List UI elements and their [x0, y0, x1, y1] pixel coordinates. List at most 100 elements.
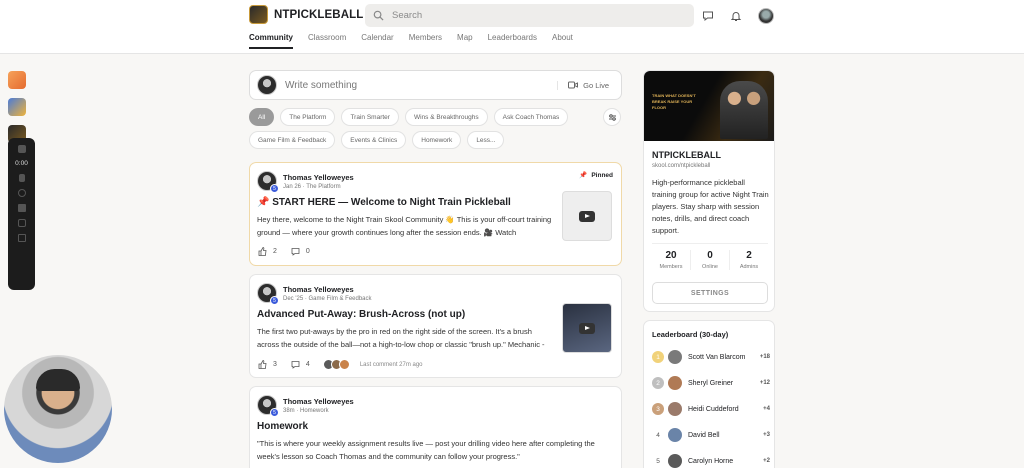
leaderboard-row[interactable]: 2 Sheryl Greiner +12 [652, 375, 770, 391]
comment-count: 0 [305, 248, 310, 255]
tab-map[interactable]: Map [457, 33, 473, 49]
like-icon[interactable] [258, 247, 267, 256]
group-switcher[interactable]: NTPICKLEBALL ⇕ [249, 5, 381, 24]
settings-button[interactable]: SETTINGS [652, 282, 768, 304]
author-avatar[interactable]: 5 [257, 283, 279, 305]
filter-less[interactable]: Less... [467, 131, 505, 149]
go-live-button[interactable]: Go Live [557, 80, 621, 90]
author-name[interactable]: Thomas Yelloweyes [283, 285, 372, 294]
tab-classroom[interactable]: Classroom [308, 33, 346, 49]
cover-tagline: TRAIN WHAT DOESN'T BREAK RAISE YOUR FLOO… [652, 93, 696, 110]
filter-the-platform[interactable]: The Platform [280, 108, 336, 126]
post-meta: 38m · Homework [283, 407, 329, 414]
stat-label: Admins [739, 264, 759, 270]
search-icon [373, 10, 384, 21]
filter-ask-coach[interactable]: Ask Coach Thomas [493, 108, 569, 126]
post-body: Hey there, welcome to the Night Train Sk… [257, 215, 552, 237]
members-stat[interactable]: 20 Members [652, 250, 691, 270]
group-stats: 20 Members 0 Online 2 Admins [652, 243, 768, 270]
video-thumbnail[interactable] [562, 303, 612, 353]
webcam-bubble[interactable] [4, 355, 112, 463]
online-stat[interactable]: 0 Online [691, 250, 730, 270]
group-url[interactable]: skool.com/ntpickleball [652, 163, 710, 169]
member-avatar [668, 350, 682, 364]
post-card[interactable]: 5 Thomas Yelloweyes Jan 26 · The Platfor… [249, 162, 622, 266]
cover-photo [720, 81, 768, 139]
dock-app-1[interactable] [8, 71, 26, 89]
member-name: Scott Van Blarcom [688, 353, 746, 361]
dock-app-2[interactable] [8, 98, 26, 116]
tab-members[interactable]: Members [409, 33, 442, 49]
leaderboard-row[interactable]: 4 David Bell +3 [652, 427, 770, 443]
post-card[interactable]: 5 Thomas Yelloweyes Dec '25 · Game Film … [249, 274, 622, 378]
member-avatar [668, 402, 682, 416]
post-title[interactable]: 📌 START HERE — Welcome to Night Train Pi… [257, 197, 511, 208]
member-avatar [668, 376, 682, 390]
author-avatar[interactable]: 5 [257, 171, 279, 193]
rank-badge: 4 [656, 431, 660, 439]
leaderboard-title[interactable]: Leaderboard (30-day) [652, 330, 728, 339]
member-points: +18 [759, 354, 770, 360]
author-avatar[interactable]: 5 [257, 395, 279, 417]
bell-icon[interactable] [730, 10, 742, 22]
stat-label: Online [702, 264, 718, 270]
leaderboard-row[interactable]: 1 Scott Van Blarcom +18 [652, 349, 770, 365]
author-name[interactable]: Thomas Yelloweyes [283, 173, 354, 182]
comment-icon[interactable] [291, 360, 300, 369]
filter-game-film[interactable]: Game Film & Feedback [249, 131, 336, 149]
member-name: Sheryl Greiner [688, 379, 734, 387]
screen-recorder-panel: 0:00 [8, 138, 35, 290]
stat-value: 20 [665, 250, 677, 261]
video-thumbnail[interactable] [562, 191, 612, 241]
search-input[interactable]: Search [365, 4, 694, 27]
post-composer[interactable]: Write something Go Live [249, 70, 622, 100]
post-title[interactable]: Homework [257, 421, 308, 432]
admins-stat[interactable]: 2 Admins [730, 250, 768, 270]
tab-about[interactable]: About [552, 33, 573, 49]
filter-all[interactable]: All [249, 108, 275, 126]
like-icon[interactable] [258, 360, 267, 369]
filter-homework[interactable]: Homework [412, 131, 462, 149]
filter-settings-button[interactable] [603, 108, 621, 126]
pin-icon: 📌 [579, 172, 588, 179]
filter-wins[interactable]: Wins & Breakthroughs [404, 108, 488, 126]
chat-icon[interactable] [702, 10, 714, 22]
tab-calendar[interactable]: Calendar [361, 33, 393, 49]
profile-avatar[interactable] [758, 8, 774, 24]
rank-badge: 3 [652, 403, 664, 415]
post-meta: Jan 26 · The Platform [283, 183, 341, 190]
member-points: +3 [763, 432, 770, 438]
rank-badge: 2 [652, 377, 664, 389]
recording-time: 0:00 [15, 160, 28, 167]
pause-button[interactable] [18, 174, 25, 182]
trash-icon[interactable] [17, 204, 26, 212]
filter-train-smarter[interactable]: Train Smarter [341, 108, 399, 126]
play-icon [579, 322, 595, 334]
tab-leaderboards[interactable]: Leaderboards [488, 33, 537, 49]
group-name: NTPICKLEBALL [274, 8, 364, 21]
audio-icon[interactable] [17, 219, 26, 227]
post-title[interactable]: Advanced Put-Away: Brush-Across (not up) [257, 309, 465, 320]
member-avatar [668, 454, 682, 468]
member-points: +12 [759, 380, 770, 386]
post-body: "This is where your weekly assignment re… [257, 439, 595, 461]
filter-events[interactable]: Events & Clinics [341, 131, 407, 149]
author-name[interactable]: Thomas Yelloweyes [283, 397, 354, 406]
restart-icon[interactable] [17, 189, 26, 197]
rank-badge: 1 [652, 351, 664, 363]
comment-icon[interactable] [291, 247, 300, 256]
member-name: Heidi Cuddeford [688, 405, 739, 413]
group-cover-image: TRAIN WHAT DOESN'T BREAK RAISE YOUR FLOO… [644, 71, 774, 141]
stat-value: 0 [707, 250, 713, 261]
grid-icon[interactable] [17, 234, 26, 242]
tab-community[interactable]: Community [249, 33, 293, 49]
rank-badge: 5 [656, 457, 660, 465]
post-card[interactable]: 5 Thomas Yelloweyes 38m · Homework Homew… [249, 386, 622, 468]
member-points: +2 [763, 458, 770, 464]
stat-label: Members [659, 264, 683, 270]
pinned-label: Pinned [591, 171, 613, 179]
leaderboard-row[interactable]: 3 Heidi Cuddeford +4 [652, 401, 770, 417]
search-placeholder: Search [392, 10, 423, 21]
stop-button[interactable] [17, 145, 26, 153]
leaderboard-row[interactable]: 5 Carolyn Horne +2 [652, 453, 770, 468]
